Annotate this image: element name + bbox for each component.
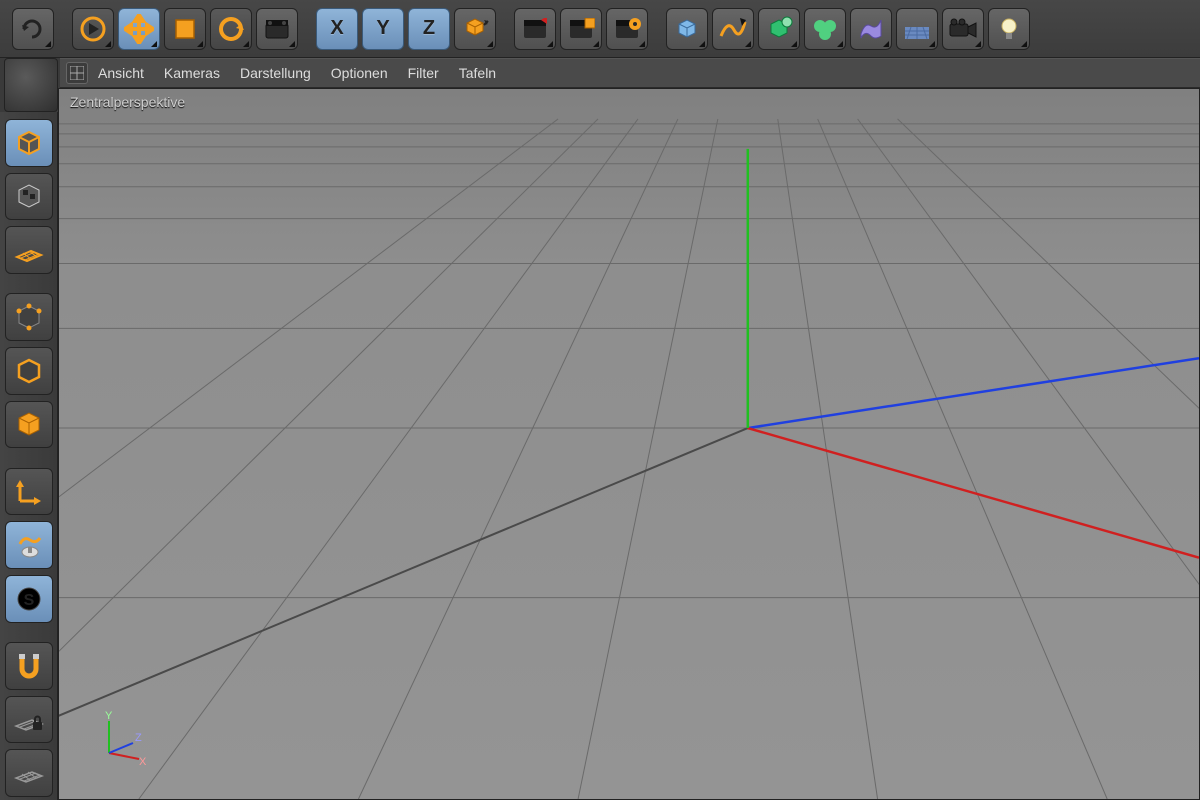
add-generator-button[interactable] (758, 8, 800, 50)
snap-button[interactable] (5, 642, 53, 690)
top-toolbar: X Y Z (0, 0, 1200, 58)
soft-select-button[interactable]: S (5, 575, 53, 623)
points-mode-button[interactable] (5, 293, 53, 341)
render-view-button[interactable] (514, 8, 556, 50)
workplane-plain-button[interactable] (5, 749, 53, 797)
mini-axis-indicator: Y X Z (89, 709, 149, 769)
svg-text:Y: Y (105, 710, 113, 722)
viewport-layout-icon[interactable] (66, 62, 88, 84)
svg-text:S: S (23, 592, 34, 609)
live-select-button[interactable] (72, 8, 114, 50)
add-primitive-button[interactable] (666, 8, 708, 50)
axis-x-toggle[interactable]: X (316, 8, 358, 50)
scale-tool-button[interactable] (164, 8, 206, 50)
polygons-mode-button[interactable] (5, 401, 53, 449)
view-menu-kameras[interactable]: Kameras (164, 65, 220, 81)
undo-button[interactable] (12, 8, 54, 50)
axis-z-toggle[interactable]: Z (408, 8, 450, 50)
axis-y-label: Y (376, 17, 389, 40)
axis-mode-button[interactable] (5, 468, 53, 516)
rotate-tool-button[interactable] (210, 8, 252, 50)
viewport-3d[interactable]: Y X Z (58, 88, 1200, 800)
view-menu-tafeln[interactable]: Tafeln (459, 65, 496, 81)
svg-text:X: X (139, 756, 147, 768)
view-menu-filter[interactable]: Filter (408, 65, 439, 81)
axis-z-label: Z (423, 17, 435, 40)
workplane-lock-button[interactable] (5, 696, 53, 744)
workplane-mode-button[interactable] (5, 226, 53, 274)
model-mode-button[interactable] (5, 119, 53, 167)
render-settings-button[interactable] (606, 8, 648, 50)
add-environment-button[interactable] (896, 8, 938, 50)
move-tool-button[interactable] (118, 8, 160, 50)
coord-system-button[interactable] (454, 8, 496, 50)
view-menu-darstellung[interactable]: Darstellung (240, 65, 311, 81)
add-spline-button[interactable] (712, 8, 754, 50)
last-tool-button[interactable] (256, 8, 298, 50)
edges-mode-button[interactable] (5, 347, 53, 395)
tweak-mode-button[interactable] (5, 521, 53, 569)
viewport-menubar: Ansicht Kameras Darstellung Optionen Fil… (60, 58, 1200, 88)
view-menu-ansicht[interactable]: Ansicht (98, 65, 144, 81)
view-menu-optionen[interactable]: Optionen (331, 65, 388, 81)
add-light-button[interactable] (988, 8, 1030, 50)
add-camera-button[interactable] (942, 8, 984, 50)
add-deformer-button[interactable] (850, 8, 892, 50)
add-mograph-button[interactable] (804, 8, 846, 50)
left-tool-palette: S (0, 112, 58, 800)
axis-y-toggle[interactable]: Y (362, 8, 404, 50)
render-pv-button[interactable] (560, 8, 602, 50)
axis-x-label: X (330, 17, 343, 40)
app-corner-icon (4, 58, 58, 112)
texture-mode-button[interactable] (5, 173, 53, 221)
viewport-title: Zentralperspektive (70, 94, 185, 110)
svg-text:Z: Z (135, 732, 142, 744)
viewport-grid (59, 89, 1199, 799)
